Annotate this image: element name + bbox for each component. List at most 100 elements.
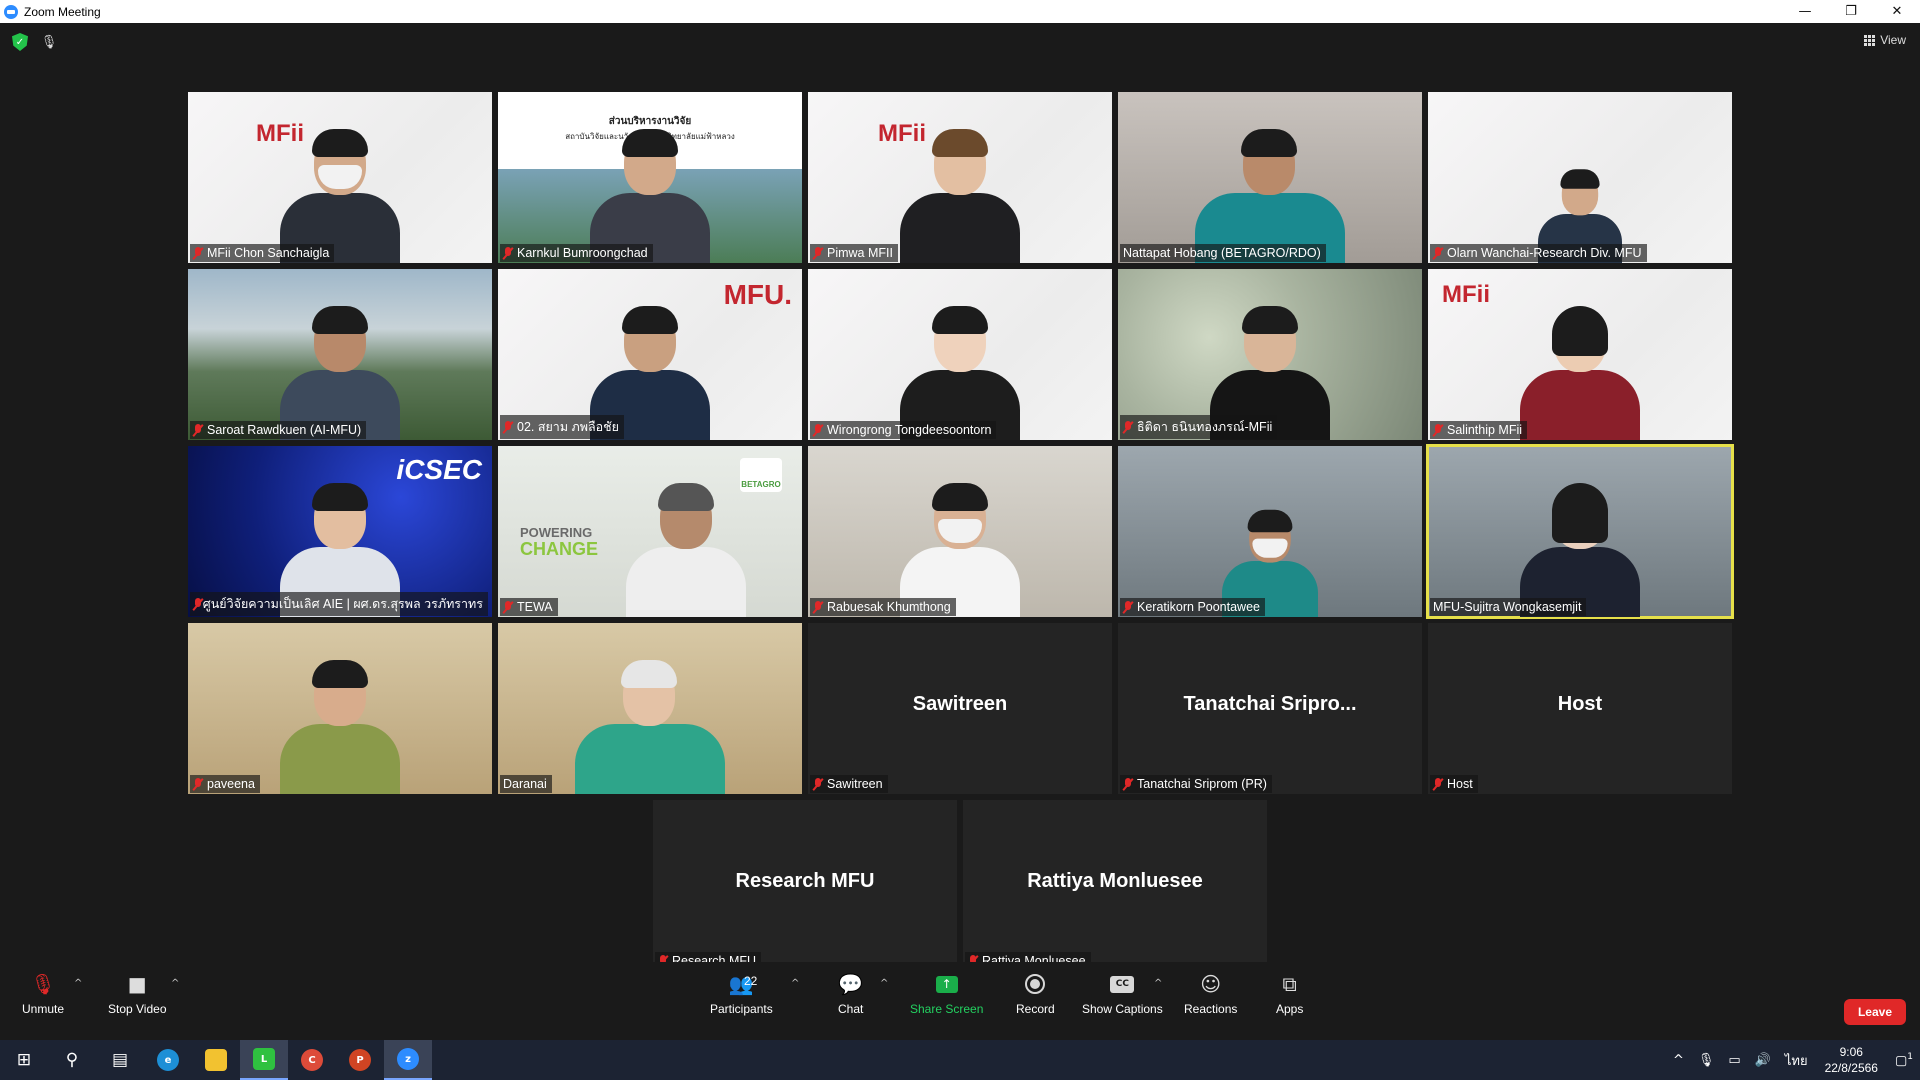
share-screen-button[interactable]: ↑ Share Screen: [910, 970, 983, 1016]
muted-mic-icon: [503, 246, 513, 260]
participants-options-caret[interactable]: ^: [791, 978, 799, 989]
participant-display-name: Tanatchai Sripro...: [1183, 693, 1357, 715]
participant-name: Salinthip MFii: [1430, 421, 1528, 439]
reactions-button[interactable]: ☺ Reactions: [1184, 970, 1237, 1016]
close-button[interactable]: ✕: [1874, 0, 1920, 23]
share-screen-icon: ↑: [935, 975, 958, 993]
muted-mic-icon: [1433, 246, 1443, 260]
powering-change-poster: POWERING CHANGE: [520, 525, 599, 560]
microphone-status-icon[interactable]: 🎙: [41, 33, 58, 51]
participant-name: Saroat Rawdkuen (AI-MFU): [190, 421, 367, 439]
video-tile[interactable]: Wirongrong Tongdeesoontorn: [808, 269, 1112, 440]
participant-name: Daranai: [500, 775, 552, 793]
video-tile-no-video[interactable]: Host Host: [1428, 623, 1732, 794]
participant-name: Host: [1430, 775, 1478, 793]
chat-options-caret[interactable]: ^: [880, 978, 888, 989]
line-app-icon[interactable]: L: [240, 1040, 288, 1080]
closed-captions-icon: CC: [1110, 975, 1135, 993]
view-button[interactable]: View: [1864, 33, 1906, 47]
chat-button[interactable]: 💬 Chat: [838, 970, 863, 1016]
video-tile[interactable]: Daranai: [498, 623, 802, 794]
restore-button[interactable]: ❐: [1828, 0, 1874, 23]
participant-name: Keratikorn Poontawee: [1120, 598, 1265, 616]
record-button[interactable]: Record: [1016, 970, 1055, 1016]
video-tile-no-video[interactable]: Sawitreen Sawitreen: [808, 623, 1112, 794]
apps-icon: ⧉: [1282, 972, 1297, 996]
chrome-browser-icon[interactable]: C: [288, 1040, 336, 1080]
network-icon[interactable]: ▭: [1721, 1053, 1747, 1068]
task-view-icon[interactable]: ▤: [96, 1040, 144, 1080]
muted-mic-icon: [813, 423, 823, 437]
tray-overflow-chevron-icon[interactable]: ^: [1666, 1053, 1691, 1068]
video-tile[interactable]: Olarn Wanchai-Research Div. MFU: [1428, 92, 1732, 263]
zoom-app-icon[interactable]: z: [384, 1040, 432, 1080]
participant-name: ธิติดา ธนินทองภรณ์-MFii: [1120, 415, 1278, 439]
participant-name: Olarn Wanchai-Research Div. MFU: [1430, 244, 1647, 262]
video-camera-icon: ■: [127, 972, 147, 996]
edge-browser-icon[interactable]: e: [144, 1040, 192, 1080]
minimize-button[interactable]: —: [1782, 0, 1828, 23]
show-captions-button[interactable]: CC Show Captions: [1082, 970, 1163, 1016]
muted-mic-icon: [193, 423, 203, 437]
video-tile[interactable]: Nattapat Hobang (BETAGRO/RDO): [1118, 92, 1422, 263]
participants-button[interactable]: 👥 22 Participants: [710, 970, 773, 1016]
participant-name: ศูนย์วิจัยความเป็นเลิศ AIE | ผศ.ดร.สุรพล…: [190, 592, 488, 616]
video-tile[interactable]: MFii Salinthip MFii: [1428, 269, 1732, 440]
participant-name: Pimwa MFII: [810, 244, 898, 262]
powerpoint-icon[interactable]: P: [336, 1040, 384, 1080]
muted-mic-icon: [813, 777, 823, 791]
video-tile[interactable]: ธิติดา ธนินทองภรณ์-MFii: [1118, 269, 1422, 440]
audio-options-caret[interactable]: ^: [74, 978, 82, 989]
video-tile[interactable]: Saroat Rawdkuen (AI-MFU): [188, 269, 492, 440]
muted-mic-icon: [813, 600, 823, 614]
video-tile[interactable]: iCSEC ศูนย์วิจัยความเป็นเลิศ AIE | ผศ.ดร…: [188, 446, 492, 617]
tray-microphone-icon[interactable]: 🎙: [1691, 1053, 1722, 1068]
video-tile[interactable]: Keratikorn Poontawee: [1118, 446, 1422, 617]
video-tile[interactable]: paveena: [188, 623, 492, 794]
search-icon[interactable]: ⚲: [48, 1040, 96, 1080]
windows-start-icon[interactable]: ⊞: [0, 1040, 48, 1080]
video-tile[interactable]: POWERING CHANGE BETAGRO TEWA: [498, 446, 802, 617]
muted-mic-icon: [1433, 423, 1443, 437]
video-tile[interactable]: Rabuesak Khumthong: [808, 446, 1112, 617]
participant-name: Sawitreen: [810, 775, 888, 793]
video-options-caret[interactable]: ^: [171, 978, 179, 989]
encryption-shield-icon[interactable]: ✓: [12, 33, 28, 51]
apps-button[interactable]: ⧉ Apps: [1276, 970, 1303, 1016]
participant-display-name: Research MFU: [735, 870, 875, 892]
view-label: View: [1880, 33, 1906, 47]
chat-bubble-icon: 💬: [838, 972, 864, 996]
leave-button[interactable]: Leave: [1843, 999, 1906, 1025]
video-tile[interactable]: MFii Pimwa MFII: [808, 92, 1112, 263]
system-tray: ^ 🎙 ▭ 🔊 ไทย 9:06 22/8/2566 ▢1: [1666, 1040, 1920, 1080]
file-explorer-icon[interactable]: [192, 1040, 240, 1080]
video-tile-no-video[interactable]: Rattiya Monluesee Rattiya Monluesee: [963, 800, 1267, 971]
muted-mic-icon: [503, 600, 513, 614]
windows-taskbar: ⊞ ⚲ ▤ e L C P z ^ 🎙 ▭ 🔊 ไทย 9:06 22/8/25…: [0, 1040, 1920, 1080]
window-titlebar: Zoom Meeting — ❐ ✕: [0, 0, 1920, 23]
participant-name: paveena: [190, 775, 260, 793]
captions-options-caret[interactable]: ^: [1154, 978, 1162, 989]
participant-name: Karnkul Bumroongchad: [500, 244, 653, 262]
participant-name: 02. สยาม ภพลือชัย: [500, 415, 624, 439]
input-language[interactable]: ไทย: [1778, 1050, 1815, 1071]
video-tile[interactable]: MFU. 02. สยาม ภพลือชัย: [498, 269, 802, 440]
muted-mic-icon: [193, 777, 203, 791]
video-tile[interactable]: ส่วนบริหารงานวิจัย สถาบันวิจัยและนวัตกรร…: [498, 92, 802, 263]
video-tile[interactable]: MFii MFii Chon Sanchaigla: [188, 92, 492, 263]
video-tile-no-video[interactable]: Tanatchai Sripro... Tanatchai Sriprom (P…: [1118, 623, 1422, 794]
muted-mic-icon: [1433, 777, 1443, 791]
record-icon: [1025, 974, 1046, 994]
participant-name: Rabuesak Khumthong: [810, 598, 956, 616]
muted-mic-icon: [193, 246, 203, 260]
unmute-button[interactable]: 🎙 Unmute: [22, 970, 64, 1016]
window-title: Zoom Meeting: [24, 4, 101, 19]
video-tile-active-speaker[interactable]: MFU-Sujitra Wongkasemjit: [1426, 444, 1734, 619]
participants-count: 22: [744, 974, 758, 988]
volume-icon[interactable]: 🔊: [1748, 1053, 1778, 1068]
grid-view-icon: [1864, 34, 1876, 46]
notifications-icon[interactable]: ▢1: [1888, 1052, 1920, 1068]
system-clock[interactable]: 9:06 22/8/2566: [1815, 1044, 1888, 1076]
video-tile-no-video[interactable]: Research MFU Research MFU: [653, 800, 957, 971]
stop-video-button[interactable]: ■ Stop Video: [108, 970, 167, 1016]
